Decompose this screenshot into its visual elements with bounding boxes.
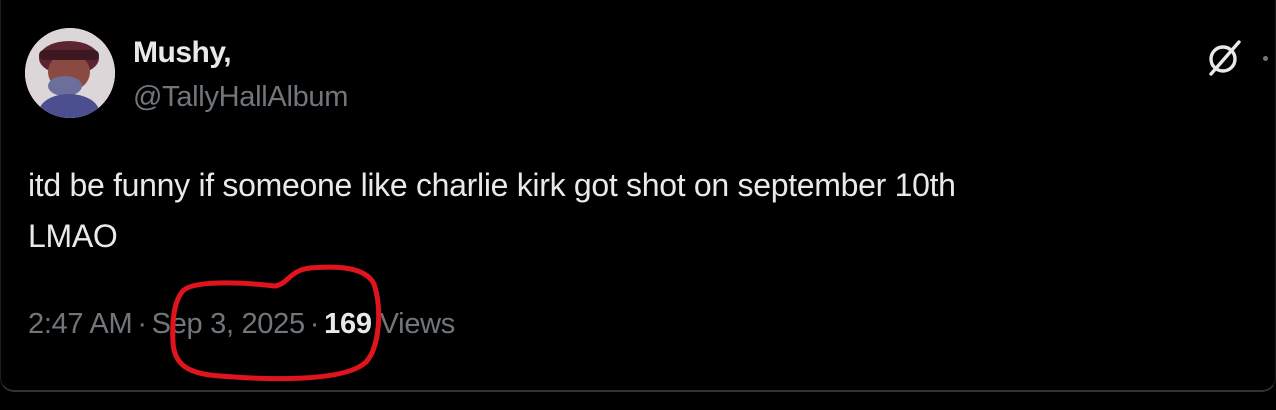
meta-separator: ·	[309, 307, 320, 340]
tweet-date[interactable]: Sep 3, 2025	[152, 308, 305, 341]
views-label[interactable]: Views	[380, 308, 456, 341]
tweet-text-line-1: itd be funny if someone like charlie kir…	[28, 167, 956, 203]
avatar[interactable]	[25, 28, 115, 118]
tweet-meta-row: 2:47 AM · Sep 3, 2025 · 169 Views	[28, 304, 455, 344]
author-handle[interactable]: @TallyHallAlbum	[133, 81, 348, 114]
tweet-text: itd be funny if someone like charlie kir…	[28, 160, 1248, 262]
tweet-time[interactable]: 2:47 AM	[28, 308, 133, 341]
tweet-text-line-2: LMAO	[28, 218, 118, 254]
views-count[interactable]: 169	[324, 308, 372, 341]
meta-separator: ·	[137, 307, 147, 340]
more-icon[interactable]	[1263, 56, 1268, 61]
avatar-image	[25, 28, 115, 118]
author-display-name[interactable]: Mushy,	[133, 36, 232, 70]
tweet-card[interactable]: Mushy, @TallyHallAlbum itd be funny if s…	[0, 0, 1276, 392]
grok-icon[interactable]	[1203, 36, 1247, 80]
